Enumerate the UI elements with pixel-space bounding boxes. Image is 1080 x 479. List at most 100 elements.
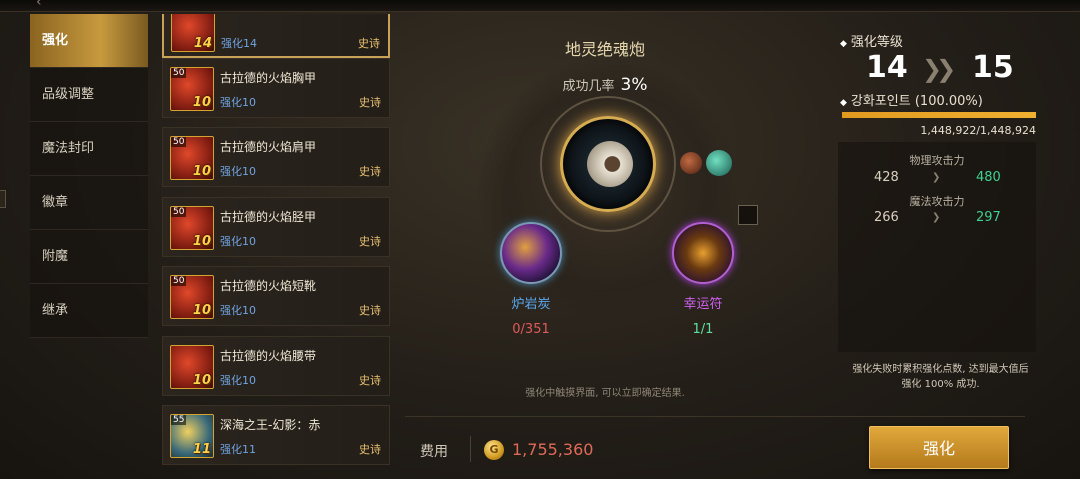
back-icon[interactable]: ‹ bbox=[36, 0, 42, 10]
item-grade: 史诗 bbox=[359, 235, 381, 248]
equipment-list[interactable]: 14 强化14 史诗 50 10 古拉德的火焰胸甲 强化10 史诗 50 10 … bbox=[162, 14, 390, 479]
success-rate-value: 3% bbox=[620, 75, 648, 95]
cost-label: 费用 bbox=[420, 444, 448, 460]
tab-grade-adjust[interactable]: 品级调整 bbox=[30, 68, 148, 122]
tab-enhance[interactable]: 强化 bbox=[30, 14, 148, 68]
thumb-level: 10 bbox=[192, 164, 211, 179]
success-rate-label: 成功几率 bbox=[562, 79, 615, 94]
enhance-level-header: ◆ 强化等级 bbox=[840, 31, 903, 50]
double-arrow-icon: ❯❯ bbox=[922, 55, 956, 83]
item-grade: 史诗 bbox=[359, 96, 381, 109]
stat-new: 297 bbox=[976, 210, 1001, 225]
tab-emblem[interactable]: 徽章 bbox=[30, 176, 148, 230]
thumb-tag: 50 bbox=[171, 68, 187, 78]
level-to: 15 bbox=[972, 50, 1014, 85]
item-grade: 史诗 bbox=[358, 37, 380, 50]
thumb-level: 10 bbox=[192, 303, 211, 318]
thumb-level: 14 bbox=[193, 36, 212, 51]
item-name: 古拉德的火焰短靴 bbox=[220, 279, 317, 293]
stat-name: 物理攻击力 bbox=[909, 154, 965, 167]
tab-magic-seal[interactable]: 魔法封印 bbox=[30, 122, 148, 176]
thumb-tag: 55 bbox=[171, 415, 187, 425]
points-label: 강화포인트 (100.00%) bbox=[850, 94, 983, 109]
stat-name: 魔法攻击力 bbox=[909, 195, 965, 208]
list-item[interactable]: 50 10 古拉德的火焰肩甲 强化10 史诗 bbox=[162, 127, 390, 187]
thumb-level: 10 bbox=[192, 95, 211, 110]
bullet-icon: ◆ bbox=[840, 39, 847, 49]
bullet-icon: ◆ bbox=[840, 98, 847, 108]
success-rate: 成功几率 3% bbox=[480, 75, 730, 95]
item-level: 强化10 bbox=[220, 374, 256, 387]
points-progress-fill bbox=[842, 112, 1036, 118]
list-item[interactable]: 50 10 古拉德的火焰短靴 强化10 史诗 bbox=[162, 266, 390, 326]
item-grade: 史诗 bbox=[359, 165, 381, 178]
divider bbox=[405, 416, 1025, 417]
enhance-level-label: 强化等级 bbox=[850, 35, 903, 50]
material-slot-charm[interactable] bbox=[672, 222, 734, 284]
material-name: 炉岩炭 bbox=[511, 297, 551, 312]
level-from: 14 bbox=[866, 50, 908, 85]
option-checkbox[interactable] bbox=[738, 205, 758, 225]
stat-old: 428 bbox=[874, 170, 899, 185]
cost-value: 1,755,360 bbox=[512, 440, 594, 459]
thumb-tag: 50 bbox=[171, 276, 187, 286]
orb-icon bbox=[680, 152, 702, 174]
enhance-button[interactable]: 强化 bbox=[869, 426, 1009, 469]
item-thumbnail: 55 11 bbox=[170, 414, 214, 458]
hint-text: 强化中触摸界面, 可以立即确定结果. bbox=[525, 388, 685, 399]
tab-menu: 强化 品级调整 魔法封印 徽章 附魔 继承 bbox=[30, 14, 148, 354]
points-value: 1,448,922/1,448,924 bbox=[920, 124, 1036, 137]
material-count: 0/351 bbox=[512, 322, 550, 337]
gold-coin-icon: G bbox=[484, 440, 504, 460]
failure-note: 强化失败时累积强化点数, 达到最大值后强化 100% 成功. bbox=[852, 364, 1029, 390]
thumb-level: 11 bbox=[192, 442, 211, 457]
top-bar: ‹ bbox=[0, 0, 1080, 12]
points-header: ◆ 강화포인트 (100.00%) bbox=[840, 90, 983, 109]
item-level: 强化10 bbox=[220, 235, 256, 248]
material-count: 1/1 bbox=[692, 322, 714, 337]
tab-inherit[interactable]: 继承 bbox=[30, 284, 148, 338]
stat-new: 480 bbox=[976, 170, 1001, 185]
item-name: 深海之王-幻影：赤 bbox=[220, 418, 321, 432]
item-name: 古拉德的火焰胫甲 bbox=[220, 210, 317, 224]
item-level: 强化14 bbox=[221, 37, 257, 50]
item-thumbnail: 50 10 bbox=[170, 206, 214, 250]
thumb-level: 10 bbox=[192, 373, 211, 388]
list-item[interactable]: 55 11 深海之王-幻影：赤 强化11 史诗 bbox=[162, 405, 390, 465]
item-level: 强化11 bbox=[220, 443, 256, 456]
chevron-right-icon: ❯ bbox=[932, 172, 941, 183]
item-thumbnail: 14 bbox=[171, 14, 215, 52]
list-item[interactable]: 14 强化14 史诗 bbox=[162, 14, 390, 58]
item-grade: 史诗 bbox=[359, 374, 381, 387]
thumb-tag: 50 bbox=[171, 137, 187, 147]
points-progress-bar bbox=[842, 112, 1036, 118]
divider bbox=[470, 436, 471, 462]
cannon-icon bbox=[587, 141, 633, 187]
item-name: 古拉德的火焰肩甲 bbox=[220, 140, 317, 154]
item-name: 古拉德的火焰腰带 bbox=[220, 349, 317, 363]
item-level: 强化10 bbox=[220, 304, 256, 317]
target-item-slot[interactable] bbox=[560, 116, 656, 212]
list-item[interactable]: 50 10 古拉德的火焰胫甲 强化10 史诗 bbox=[162, 197, 390, 257]
item-thumbnail: 50 10 bbox=[170, 275, 214, 319]
item-level: 强化10 bbox=[220, 96, 256, 109]
list-item[interactable]: 10 古拉德的火焰腰带 强化10 史诗 bbox=[162, 336, 390, 396]
item-thumbnail: 50 10 bbox=[170, 67, 214, 111]
side-collapse-handle[interactable] bbox=[0, 190, 6, 208]
stat-old: 266 bbox=[874, 210, 899, 225]
thumb-level: 10 bbox=[192, 234, 211, 249]
item-thumbnail: 10 bbox=[170, 345, 214, 389]
list-item[interactable]: 50 10 古拉德的火焰胸甲 强化10 史诗 bbox=[162, 58, 390, 118]
material-name: 幸运符 bbox=[683, 297, 723, 312]
stats-panel: 物理攻击力 428 ❯ 480 魔法攻击力 266 ❯ 297 bbox=[838, 142, 1036, 352]
tab-enchant[interactable]: 附魔 bbox=[30, 230, 148, 284]
item-grade: 史诗 bbox=[359, 304, 381, 317]
item-grade: 史诗 bbox=[359, 443, 381, 456]
chevron-right-icon: ❯ bbox=[932, 212, 941, 223]
thumb-tag: 50 bbox=[171, 207, 187, 217]
item-thumbnail: 50 10 bbox=[170, 136, 214, 180]
orb-icon bbox=[706, 150, 732, 176]
item-name: 古拉德的火焰胸甲 bbox=[220, 71, 317, 85]
material-slot-coal[interactable] bbox=[500, 222, 562, 284]
item-title: 地灵绝魂炮 bbox=[564, 40, 645, 59]
